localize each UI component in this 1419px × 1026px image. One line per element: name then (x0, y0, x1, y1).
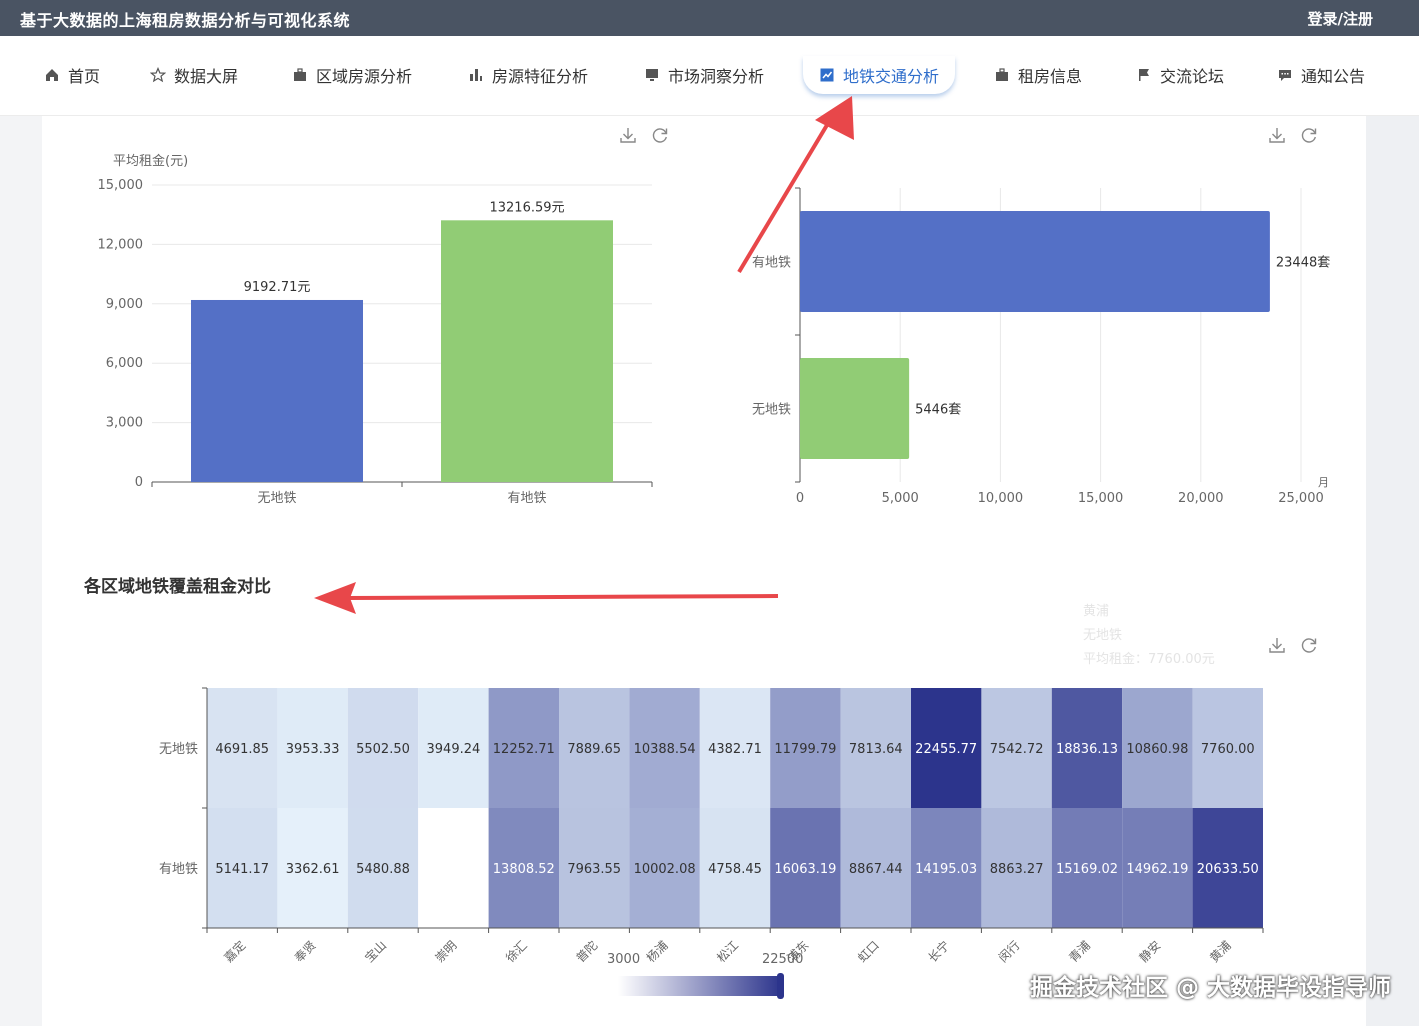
charts-layer: 黄浦 无地铁 平均租金：7760.00元 平均租金(元) 0 3,000 6,000 9… (98, 96, 1330, 999)
heatmap-cell-label: 7889.65 (567, 742, 621, 757)
x-tick-label: 青浦 (1066, 938, 1093, 965)
x-tick-label: 20,000 (1178, 491, 1224, 506)
x-tick-label: 有地铁 (507, 491, 546, 506)
bar (800, 211, 1270, 312)
heatmap-cell-label: 13808.52 (493, 862, 555, 877)
y-axis-title: 平均租金(元) (113, 153, 188, 169)
heatmap-cell-label: 14195.03 (915, 862, 977, 877)
bar (800, 358, 910, 459)
visual-map-max-label: 22500 (762, 952, 803, 967)
heatmap-cell-label: 5480.88 (356, 862, 410, 877)
x-axis-unit: 月 (1318, 476, 1329, 489)
x-tick-label: 0 (796, 491, 804, 506)
heatmap-cell-label: 3953.33 (286, 742, 340, 757)
y-tick-label: 3,000 (106, 416, 143, 431)
y-tick-label: 有地铁 (752, 256, 791, 271)
visual-map-bar (618, 976, 782, 996)
heatmap-cell-label: 16063.19 (774, 862, 836, 877)
heatmap-cell-label: 8867.44 (849, 862, 903, 877)
heatmap-cell-label: 18836.13 (1056, 742, 1118, 757)
heatmap-cell-label: 3362.61 (286, 862, 340, 877)
bar (191, 299, 363, 482)
x-tick-label: 长宁 (925, 938, 953, 966)
heatmap-cell-label: 22455.77 (915, 742, 977, 757)
x-tick-label: 松江 (714, 938, 741, 965)
heatmap-cell-label: 10002.08 (634, 862, 696, 877)
x-tick-label: 徐汇 (502, 938, 530, 966)
y-tick-label: 12,000 (98, 237, 144, 252)
heatmap-cell (418, 808, 489, 928)
ghost-tooltip-line: 平均租金：7760.00元 (1083, 651, 1215, 667)
heatmap-cell-label: 7760.00 (1201, 742, 1255, 757)
heatmap-cell-label: 4382.71 (708, 742, 762, 757)
heatmap-cell-label: 15169.02 (1056, 862, 1118, 877)
x-tick-label: 嘉定 (221, 938, 249, 966)
x-tick-label: 虹口 (855, 938, 882, 965)
heatmap-cell-label: 3949.24 (427, 742, 481, 757)
heatmap-cell-label: 11799.79 (774, 742, 836, 757)
x-tick-label: 闵行 (995, 938, 1023, 966)
heatmap-cell-label: 7542.72 (990, 742, 1044, 757)
visual-map-handle (777, 973, 784, 999)
heatmap-cell-label: 7963.55 (567, 862, 621, 877)
arrow-to-title-head (314, 582, 356, 614)
ghost-tooltip-line: 黄浦 (1083, 604, 1109, 619)
x-tick-label: 宝山 (362, 938, 389, 965)
heatmap-cell-label: 10388.54 (634, 742, 696, 757)
y-tick-label: 6,000 (106, 356, 143, 371)
ghost-tooltip-line: 无地铁 (1083, 628, 1122, 643)
heatmap-cell-label: 10860.98 (1126, 742, 1188, 757)
x-tick-label: 10,000 (978, 491, 1024, 506)
bar-data-label: 9192.71元 (244, 280, 311, 295)
y-tick-label: 有地铁 (159, 862, 198, 877)
heatmap-cell-label: 4691.85 (215, 742, 269, 757)
y-tick-label: 9,000 (106, 297, 143, 312)
listing-count-bar-chart: 0 5,000 10,000 15,000 20,000 25,000 月 23448套 有地铁… (752, 187, 1330, 506)
y-tick-label: 无地铁 (159, 742, 198, 757)
heatmap-cell-label: 20633.50 (1197, 862, 1259, 877)
y-tick-label: 无地铁 (752, 403, 791, 418)
bar (441, 220, 613, 482)
y-tick-label: 0 (135, 475, 143, 490)
x-tick-label: 静安 (1136, 938, 1164, 966)
bar-data-label: 5446套 (915, 402, 961, 418)
x-tick-label: 25,000 (1278, 491, 1324, 506)
ghost-tooltip: 黄浦 无地铁 平均租金：7760.00元 (1083, 604, 1215, 667)
arrow-to-title (344, 594, 779, 600)
x-tick-label: 杨浦 (643, 938, 671, 966)
heatmap-cell-label: 12252.71 (493, 742, 555, 757)
heatmap-cell-label: 5141.17 (215, 862, 269, 877)
heatmap-cell-label: 14962.19 (1126, 862, 1188, 877)
x-tick-label: 黄浦 (1207, 938, 1234, 965)
heatmap-cell-label: 4758.45 (708, 862, 762, 877)
watermark: 掘金技术社区 @ 大数据毕设指导师 (1029, 975, 1391, 1001)
rent-comparison-bar-chart: 平均租金(元) 0 3,000 6,000 9,000 12,000 15,000 9192.… (98, 153, 653, 506)
heatmap-cell-label: 7813.64 (849, 742, 903, 757)
bar-data-label: 13216.59元 (489, 200, 564, 215)
district-rent-heatmap: 无地铁 4691.85 3953.33 5502.50 3949.24 12252.71 7… (159, 687, 1264, 999)
bar-data-label: 23448套 (1276, 255, 1330, 271)
x-tick-label: 无地铁 (257, 491, 296, 506)
x-tick-label: 普陀 (573, 938, 601, 966)
visual-map-min-label: 3000 (607, 952, 640, 967)
x-tick-label: 15,000 (1078, 491, 1124, 506)
x-tick-label: 5,000 (882, 491, 919, 506)
heatmap-cell-label: 8863.27 (990, 862, 1044, 877)
x-tick-label: 奉贤 (292, 938, 319, 965)
y-tick-label: 15,000 (98, 178, 144, 193)
x-tick-label: 崇明 (433, 938, 460, 965)
heatmap-cell-label: 5502.50 (356, 742, 410, 757)
